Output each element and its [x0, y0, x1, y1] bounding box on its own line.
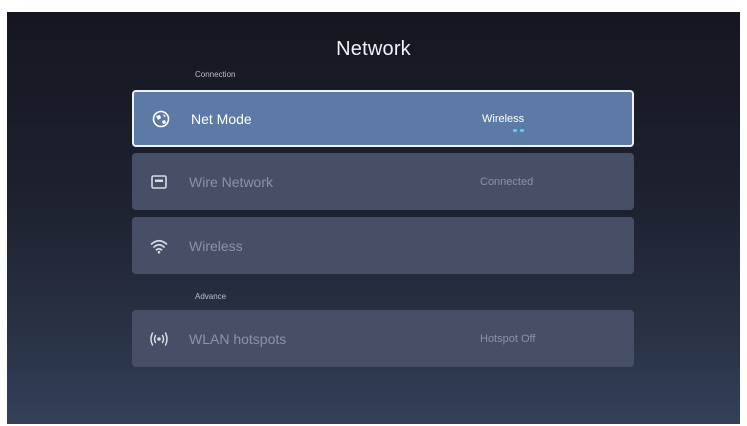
net-mode-row[interactable]: Net Mode Wireless: [132, 90, 634, 147]
row-label: Wire Network: [189, 173, 274, 190]
globe-icon: [152, 110, 170, 128]
network-settings-screen: Network Connection Net Mode Wireless Wir…: [7, 12, 740, 424]
row-label: Net Mode: [191, 110, 252, 127]
wireless-row[interactable]: Wireless: [132, 217, 634, 274]
row-value: Hotspot Off: [480, 332, 536, 345]
section-label-connection: Connection: [195, 70, 236, 79]
ethernet-icon: [150, 173, 168, 191]
section-label-advance: Advance: [195, 292, 227, 301]
selection-indicator: [513, 129, 524, 132]
page-title: Network: [336, 38, 411, 60]
row-value: Wireless: [482, 112, 525, 125]
row-value: Connected: [480, 175, 534, 188]
wire-network-row[interactable]: Wire Network Connected: [132, 153, 634, 210]
row-label: WLAN hotspots: [189, 330, 287, 347]
hotspot-icon: [148, 330, 170, 348]
wifi-icon: [150, 237, 168, 255]
row-label: Wireless: [189, 237, 243, 254]
wlan-hotspots-row[interactable]: WLAN hotspots Hotspot Off: [132, 310, 634, 367]
